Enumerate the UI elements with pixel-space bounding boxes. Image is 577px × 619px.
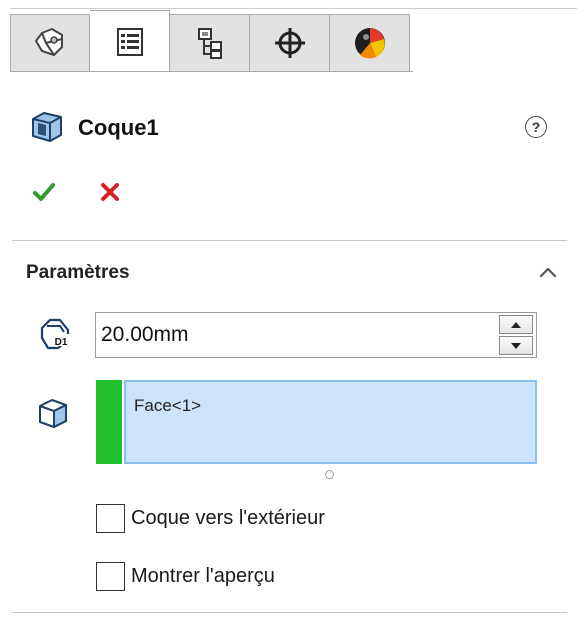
tab-property-manager[interactable]: [90, 10, 170, 72]
display-manager-icon: [352, 25, 388, 61]
configuration-manager-icon: [194, 26, 226, 60]
tab-feature-manager[interactable]: [10, 14, 90, 72]
feature-manager-icon: [32, 25, 68, 61]
ok-button[interactable]: [32, 180, 56, 204]
feature-header: Coque1: [30, 110, 159, 146]
section-title-parameters[interactable]: Paramètres: [26, 262, 130, 284]
list-item[interactable]: Face<1>: [134, 396, 201, 416]
feature-title: Coque1: [78, 115, 159, 140]
tab-configuration-manager[interactable]: [170, 14, 250, 72]
thickness-stepper[interactable]: [95, 312, 537, 358]
section-divider: [12, 612, 567, 613]
shell-feature-icon: [30, 109, 64, 147]
show-preview-checkbox[interactable]: [96, 562, 125, 591]
list-resize-handle[interactable]: [325, 470, 334, 479]
shell-outward-option[interactable]: Coque vers l'extérieur: [96, 504, 325, 533]
property-manager-icon: [114, 26, 146, 58]
thickness-d1-icon: D1: [38, 316, 74, 352]
top-border: [10, 8, 577, 9]
dimxpert-manager-icon: [273, 26, 307, 60]
collapse-chevron-icon[interactable]: [538, 264, 558, 278]
decrement-button[interactable]: [499, 336, 533, 355]
help-icon[interactable]: ?: [525, 116, 547, 138]
manager-tabs: [10, 10, 413, 72]
thickness-input[interactable]: [96, 323, 499, 347]
show-preview-option[interactable]: Montrer l'aperçu: [96, 562, 275, 591]
tab-display-manager[interactable]: [330, 14, 410, 72]
increment-button[interactable]: [499, 315, 533, 334]
face-select-icon: [36, 396, 70, 430]
spinner: [499, 315, 533, 355]
svg-text:D1: D1: [55, 337, 68, 348]
section-divider: [12, 240, 567, 241]
close-icon: [101, 183, 119, 201]
checkmark-icon: [33, 183, 55, 201]
tab-baseline: [10, 71, 413, 72]
tab-dimxpert-manager[interactable]: [250, 14, 330, 72]
faces-to-remove-list[interactable]: Face<1>: [124, 380, 537, 464]
cancel-button[interactable]: [98, 180, 122, 204]
arrow-up-icon: [511, 321, 521, 328]
shell-outward-checkbox[interactable]: [96, 504, 125, 533]
show-preview-label[interactable]: Montrer l'aperçu: [131, 565, 275, 588]
selection-active-marker: [96, 380, 122, 464]
arrow-down-icon: [511, 342, 521, 349]
shell-outward-label[interactable]: Coque vers l'extérieur: [131, 507, 325, 530]
